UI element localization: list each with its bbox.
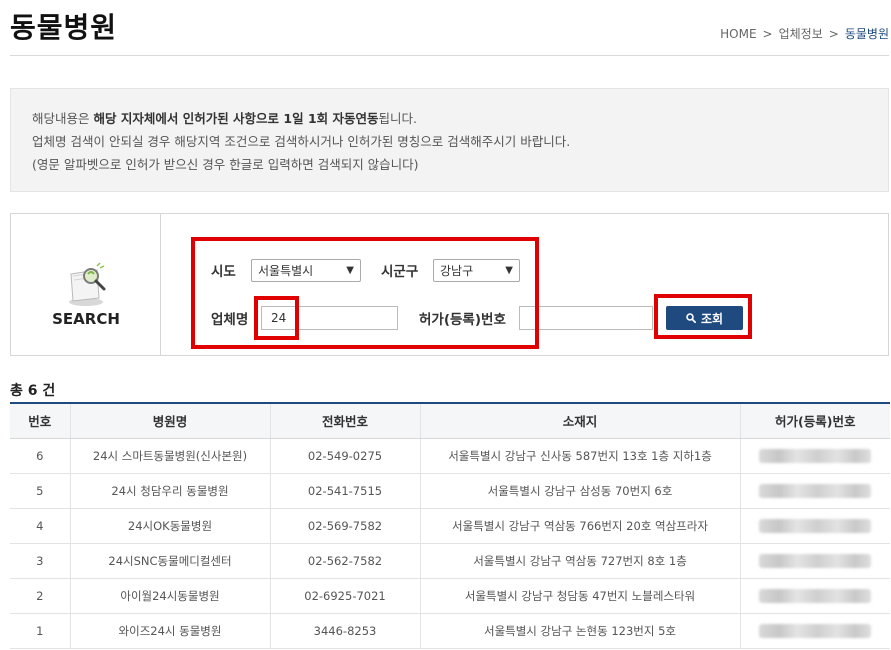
magnifier-document-icon (69, 262, 106, 306)
cell-number: 6 (10, 438, 71, 474)
redacted-license-number (759, 553, 872, 568)
cell-address: 서울특별시 강남구 청담동 47번지 노블레스타워 (420, 578, 741, 614)
cell-license-number (740, 508, 890, 544)
cell-license-number (740, 473, 890, 509)
notice-line-3: (영문 알파벳으로 인허가 받으신 경우 한글로 입력하면 검색되지 않습니다) (32, 157, 419, 172)
table-row[interactable]: 5 24시 청담우리 동물병원 02-541-7515 서울특별시 강남구 삼성… (10, 473, 890, 509)
column-header-number: 번호 (10, 402, 71, 439)
notice-box: 해당내용은 해당 지자체에서 인허가된 사항으로 1일 1회 자동연동됩니다. … (10, 88, 889, 192)
search-panel-label: SEARCH (52, 310, 120, 328)
chevron-right-icon: > (762, 26, 773, 41)
cell-number: 3 (10, 543, 71, 579)
redacted-license-number (759, 623, 872, 638)
notice-text: 됩니다. (378, 111, 417, 126)
cell-address: 서울특별시 강남구 역삼동 727번지 8호 1층 (420, 543, 741, 579)
title-divider (10, 55, 889, 56)
cell-number: 5 (10, 473, 71, 509)
cell-phone: 02-569-7582 (270, 508, 421, 544)
cell-hospital-name[interactable]: 아이월24시동물병원 (70, 578, 271, 614)
cell-phone: 02-541-7515 (270, 473, 421, 509)
column-header-phone: 전화번호 (270, 402, 421, 439)
page-title: 동물병원 (10, 11, 118, 44)
redacted-license-number (759, 588, 872, 603)
cell-number: 4 (10, 508, 71, 544)
cell-address: 서울특별시 강남구 삼성동 70번지 6호 (420, 473, 741, 509)
cell-phone: 3446-8253 (270, 613, 421, 649)
table-row[interactable]: 3 24시SNC동물메디컬센터 02-562-7582 서울특별시 강남구 역삼… (10, 543, 890, 579)
breadcrumb-current[interactable]: 동물병원 (845, 25, 889, 42)
cell-license-number (740, 578, 890, 614)
table-row[interactable]: 2 아이월24시동물병원 02-6925-7021 서울특별시 강남구 청담동 … (10, 578, 890, 614)
table-row[interactable]: 1 와이즈24시 동물병원 3446-8253 서울특별시 강남구 논현동 12… (10, 613, 890, 649)
breadcrumb: HOME > 업체정보 > 동물병원 (720, 25, 889, 42)
license-number-input[interactable] (519, 306, 653, 330)
highlight-search-button (654, 294, 752, 339)
cell-license-number (740, 543, 890, 579)
redacted-license-number (759, 518, 872, 533)
table-row[interactable]: 4 24시OK동물병원 02-569-7582 서울특별시 강남구 역삼동 76… (10, 508, 890, 544)
table-header-row: 번호 병원명 전화번호 소재지 허가(등록)번호 (10, 402, 890, 439)
cell-hospital-name[interactable]: 24시SNC동물메디컬센터 (70, 543, 271, 579)
cell-license-number (740, 613, 890, 649)
cell-address: 서울특별시 강남구 역삼동 766번지 20호 역삼프라자 (420, 508, 741, 544)
cell-number: 1 (10, 613, 71, 649)
notice-line-1: 해당내용은 해당 지자체에서 인허가된 사항으로 1일 1회 자동연동됩니다. (32, 107, 867, 130)
breadcrumb-company-info[interactable]: 업체정보 (779, 25, 823, 42)
column-header-address: 소재지 (420, 402, 741, 439)
cell-license-number (740, 438, 890, 474)
breadcrumb-home[interactable]: HOME (720, 27, 756, 41)
chevron-right-icon: > (828, 26, 839, 41)
highlight-company-name (254, 296, 299, 340)
search-panel-left: SEARCH (11, 214, 161, 355)
result-count: 총 6 건 (10, 383, 56, 399)
highlight-search-conditions (191, 237, 539, 349)
notice-text: 해당내용은 (32, 111, 94, 126)
cell-hospital-name[interactable]: 24시 청담우리 동물병원 (70, 473, 271, 509)
cell-phone: 02-562-7582 (270, 543, 421, 579)
cell-hospital-name[interactable]: 와이즈24시 동물병원 (70, 613, 271, 649)
results-table: 번호 병원명 전화번호 소재지 허가(등록)번호 6 24시 스마트동물병원(신… (10, 402, 890, 649)
cell-number: 2 (10, 578, 71, 614)
table-row[interactable]: 6 24시 스마트동물병원(신사본원) 02-549-0275 서울특별시 강남… (10, 438, 890, 474)
cell-hospital-name[interactable]: 24시 스마트동물병원(신사본원) (70, 438, 271, 474)
cell-address: 서울특별시 강남구 신사동 587번지 13호 1층 지하1층 (420, 438, 741, 474)
column-header-hospital-name: 병원명 (70, 402, 271, 439)
column-header-license-number: 허가(등록)번호 (740, 402, 890, 439)
notice-line-2: 업체명 검색이 안되실 경우 해당지역 조건으로 검색하시거나 인허가된 명칭으… (32, 134, 571, 149)
cell-phone: 02-6925-7021 (270, 578, 421, 614)
notice-emphasis: 해당 지자체에서 인허가된 사항으로 1일 1회 자동연동 (93, 111, 379, 126)
redacted-license-number (759, 483, 872, 498)
cell-hospital-name[interactable]: 24시OK동물병원 (70, 508, 271, 544)
cell-address: 서울특별시 강남구 논현동 123번지 5호 (420, 613, 741, 649)
cell-phone: 02-549-0275 (270, 438, 421, 474)
redacted-license-number (759, 448, 872, 463)
